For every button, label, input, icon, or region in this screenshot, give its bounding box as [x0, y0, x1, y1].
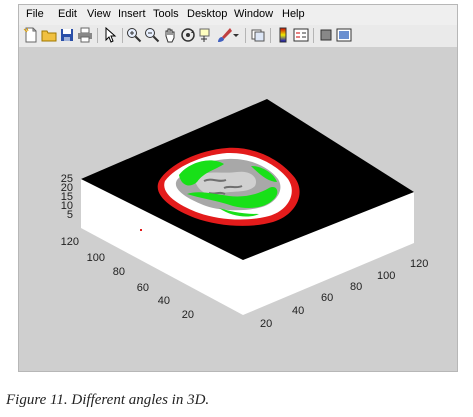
menu-window[interactable]: Window — [234, 8, 273, 20]
x-tick-label: 20 — [260, 318, 272, 330]
new-file-icon[interactable] — [23, 27, 39, 43]
menu-view[interactable]: View — [87, 8, 111, 20]
zoom-in-icon[interactable] — [126, 27, 142, 43]
menu-file[interactable]: File — [26, 8, 44, 20]
x-tick-label: 40 — [292, 305, 304, 317]
show-plot-tools-icon[interactable] — [336, 27, 352, 43]
data-point-marker — [140, 229, 142, 231]
x-tick-label: 60 — [321, 292, 333, 304]
figure-caption: Figure 11. Different angles in 3D. — [6, 392, 209, 409]
toolbar-separator — [270, 28, 271, 43]
brush-dropdown-icon[interactable] — [229, 27, 245, 43]
data-cursor-icon[interactable] — [198, 27, 214, 43]
link-plot-icon[interactable] — [250, 27, 266, 43]
menu-edit[interactable]: Edit — [58, 8, 77, 20]
figure-window: File Edit View Insert Tools Desktop Wind… — [18, 4, 458, 372]
x-tick-label: 120 — [410, 258, 428, 270]
pan-hand-icon[interactable] — [162, 27, 178, 43]
print-icon[interactable] — [77, 27, 93, 43]
toolbar-separator — [245, 28, 246, 43]
toolbar-separator — [122, 28, 123, 43]
open-folder-icon[interactable] — [41, 27, 57, 43]
menu-desktop[interactable]: Desktop — [187, 8, 227, 20]
caption-label: Figure 11. — [6, 392, 68, 408]
y-tick-label: 80 — [113, 266, 125, 278]
y-tick-label: 100 — [87, 252, 105, 264]
hide-plot-tools-icon[interactable] — [318, 27, 334, 43]
rotate-3d-icon[interactable] — [180, 27, 196, 43]
y-tick-label: 40 — [158, 295, 170, 307]
x-tick-label: 100 — [377, 270, 395, 282]
y-tick-label: 120 — [61, 236, 79, 248]
zoom-out-icon[interactable] — [144, 27, 160, 43]
x-tick-label: 80 — [350, 281, 362, 293]
y-tick-label: 20 — [182, 309, 194, 321]
menu-tools[interactable]: Tools — [153, 8, 179, 20]
menu-insert[interactable]: Insert — [118, 8, 146, 20]
colorbar-icon[interactable] — [275, 27, 291, 43]
pointer-icon[interactable] — [102, 27, 118, 43]
plot-axes-3d[interactable]: 25 20 15 10 5 120 100 80 60 40 20 20 40 … — [19, 48, 457, 371]
z-tick-label: 5 — [67, 209, 73, 221]
menu-bar: File Edit View Insert Tools Desktop Wind… — [19, 5, 457, 26]
y-tick-label: 60 — [137, 282, 149, 294]
toolbar-separator — [97, 28, 98, 43]
save-icon[interactable] — [59, 27, 75, 43]
figure-toolbar — [19, 25, 457, 48]
toolbar-separator — [313, 28, 314, 43]
menu-help[interactable]: Help — [282, 8, 305, 20]
legend-icon[interactable] — [293, 27, 309, 43]
caption-text: Different angles in 3D. — [71, 392, 210, 408]
